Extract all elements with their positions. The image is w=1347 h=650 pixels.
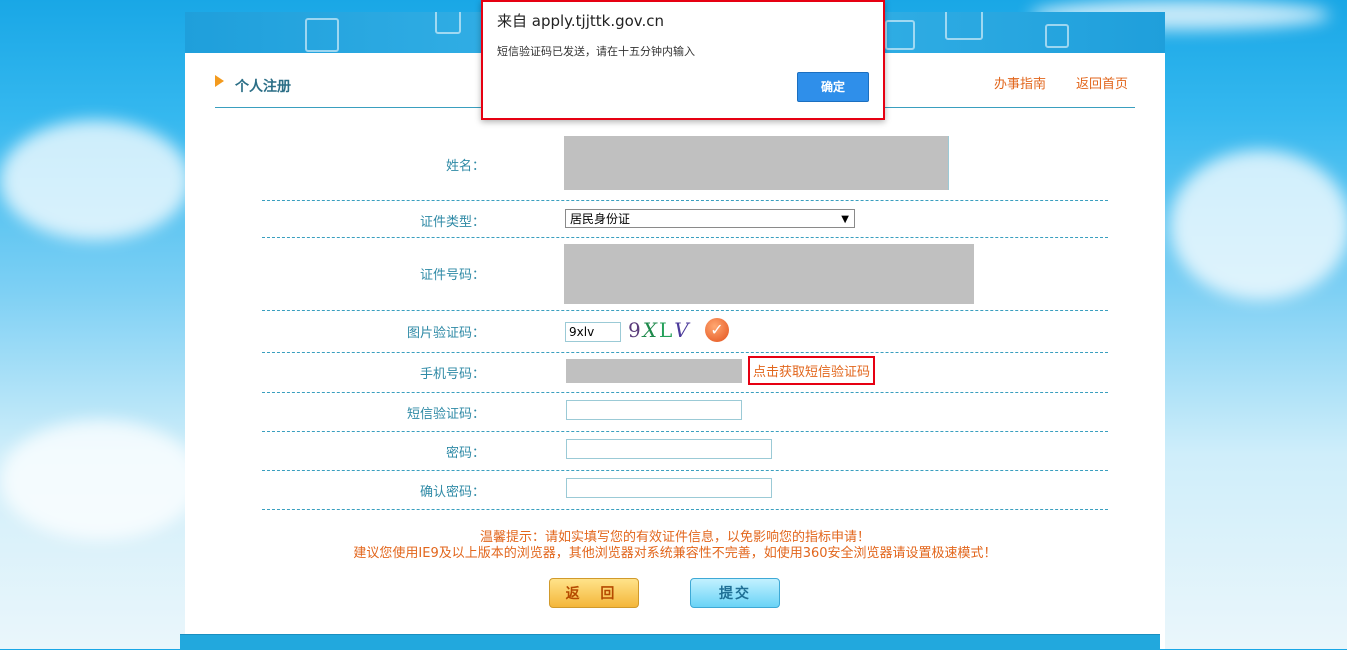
page-title: 个人注册 bbox=[235, 79, 291, 95]
refresh-check-icon[interactable]: ✓ bbox=[705, 318, 729, 342]
id-type-row: 证件类型： 居民身份证 ▼ bbox=[262, 200, 1108, 238]
home-link[interactable]: 返回首页 bbox=[1076, 73, 1128, 92]
alert-dialog: 来自 apply.tjjttk.gov.cn 短信验证码已发送，请在十五分钟内输… bbox=[481, 0, 885, 120]
sms-code-input[interactable] bbox=[566, 400, 742, 420]
id-type-select[interactable]: 居民身份证 ▼ bbox=[565, 209, 855, 228]
phone-label: 手机号码： bbox=[419, 367, 485, 382]
phone-input-masked[interactable] bbox=[566, 359, 742, 383]
captcha-row: 图片验证码： 9XLV ✓ bbox=[262, 310, 1108, 353]
phone-row: 手机号码： 点击获取短信验证码 bbox=[262, 352, 1108, 393]
background-cloud bbox=[1170, 150, 1347, 300]
dialog-message: 短信验证码已发送，请在十五分钟内输入 bbox=[497, 45, 695, 58]
background-cloud bbox=[0, 420, 200, 540]
name-label: 姓名： bbox=[445, 159, 485, 174]
submit-button[interactable]: 提交 bbox=[690, 578, 780, 608]
chevron-down-icon: ▼ bbox=[841, 214, 849, 225]
password-label: 密码： bbox=[445, 446, 485, 461]
arrow-right-icon bbox=[215, 75, 224, 87]
captcha-image[interactable]: 9XLV bbox=[628, 318, 700, 342]
sms-code-label: 短信验证码： bbox=[406, 407, 485, 422]
dialog-title: 来自 apply.tjjttk.gov.cn bbox=[497, 12, 665, 30]
password-row: 密码： bbox=[262, 431, 1108, 471]
back-button[interactable]: 返 回 bbox=[549, 578, 639, 608]
dialog-ok-button[interactable]: 确定 bbox=[797, 72, 869, 102]
sms-code-row: 短信验证码： bbox=[262, 392, 1108, 432]
name-input-masked[interactable] bbox=[564, 136, 949, 190]
captcha-char: V bbox=[674, 318, 691, 342]
password-input[interactable] bbox=[566, 439, 772, 459]
captcha-char: L bbox=[658, 318, 675, 342]
name-row: 姓名： bbox=[262, 132, 1108, 201]
captcha-char: 9 bbox=[628, 318, 643, 342]
confirm-password-label: 确认密码： bbox=[419, 485, 485, 500]
captcha-label: 图片验证码： bbox=[406, 326, 485, 341]
get-sms-code-link[interactable]: 点击获取短信验证码 bbox=[748, 356, 876, 385]
id-type-label: 证件类型： bbox=[419, 215, 485, 230]
captcha-char: X bbox=[642, 318, 659, 342]
captcha-input[interactable] bbox=[565, 322, 621, 342]
id-number-row: 证件号码： bbox=[262, 237, 1108, 311]
id-number-input-masked[interactable] bbox=[564, 244, 974, 304]
id-type-selected-value: 居民身份证 bbox=[570, 212, 631, 226]
confirm-password-input[interactable] bbox=[566, 478, 772, 498]
confirm-password-row: 确认密码： bbox=[262, 470, 1108, 510]
background-cloud bbox=[0, 120, 190, 240]
guide-link[interactable]: 办事指南 bbox=[994, 73, 1046, 92]
tip-line-2: 建议您使用IE9及以上版本的浏览器，其他浏览器对系统兼容性不完善，如使用360安… bbox=[353, 546, 997, 561]
id-number-label: 证件号码： bbox=[419, 268, 485, 283]
footer-bar bbox=[180, 634, 1160, 650]
